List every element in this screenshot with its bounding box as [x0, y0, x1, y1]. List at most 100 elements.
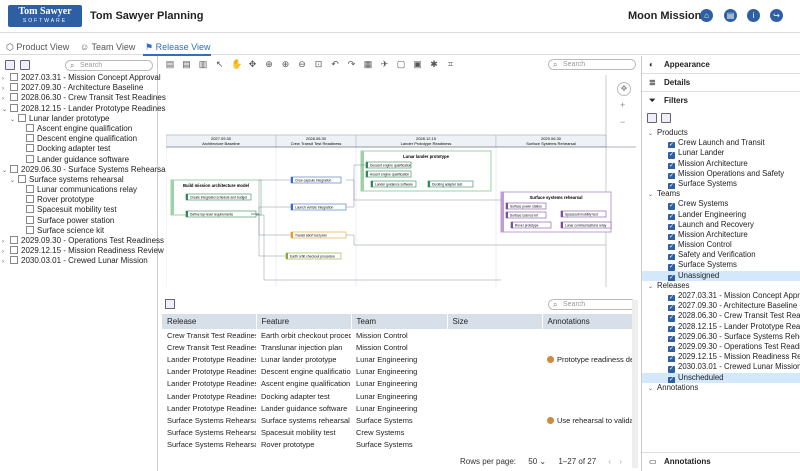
gantt-task[interactable]: Lunar communications relay — [560, 221, 612, 229]
filter-expand-icon[interactable] — [647, 113, 657, 123]
fit-icon[interactable]: ⊡ — [314, 59, 324, 69]
filter-item[interactable]: ✓ 2029.12.15 - Mission Readiness Revie — [642, 352, 800, 363]
gantt-task[interactable]: Surface science kit — [505, 211, 547, 219]
release-column-header[interactable]: 2028.06.30Crew Transit Test Readiness — [275, 134, 357, 148]
filter-item[interactable]: ✓ 2027.09.30 - Architecture Baseline — [642, 301, 800, 312]
annotations-footer[interactable]: ▭ Annotations — [642, 452, 800, 471]
launch-icon[interactable]: ✈ — [380, 59, 390, 69]
gantt-task[interactable]: Earth orbit checkout procedure — [285, 252, 342, 260]
filter-collapse-icon[interactable] — [661, 113, 671, 123]
filter-item[interactable]: ✓ Surface Systems — [642, 179, 800, 190]
table-row[interactable]: Lander Prototype Readiness Ascent engine … — [162, 378, 637, 390]
tree-toggle-icon[interactable]: › — [2, 257, 10, 267]
filter-toggle-icon[interactable]: ⌄ — [648, 386, 653, 392]
release-gantt-canvas[interactable]: 2027.09.30 Architecture Baseline 2028.06.3… — [166, 75, 636, 287]
release-column-header[interactable]: 2027.09.30Architecture Baseline — [166, 134, 277, 148]
tree-item[interactable]: Rover prototype — [2, 195, 157, 205]
gantt-task[interactable]: Define top-level requirements — [185, 210, 257, 218]
tree-item[interactable]: Lander guidance software — [2, 154, 157, 165]
filter-item[interactable]: ✓ 2028.06.30 - Crew Transit Test Readin — [642, 311, 800, 322]
filter-item[interactable]: ✓ Mission Architecture — [642, 230, 800, 241]
settings-icon[interactable]: ✱ — [429, 59, 439, 69]
gantt-task[interactable]: Transit abort test plan — [290, 231, 347, 239]
filter-item[interactable]: ✓ Unassigned — [642, 270, 800, 281]
zoom-region-icon[interactable]: ⊕ — [264, 59, 274, 69]
details-header[interactable]: ≣ Details — [642, 74, 800, 92]
tree-item[interactable]: › 2027.09.30 - Architecture Baseline — [2, 83, 157, 93]
delete-icon[interactable]: ▣ — [413, 59, 423, 69]
filters-header[interactable]: ⏷ Filters — [642, 92, 800, 110]
tree-item[interactable]: Descent engine qualification — [2, 134, 157, 144]
zoom-out-icon[interactable]: − — [620, 117, 625, 127]
gantt-task[interactable]: Descent engine qualification — [365, 161, 411, 169]
gantt-task[interactable]: Lander guidance software — [370, 180, 417, 188]
filter-item[interactable]: ✓ Mission Operations and Safety — [642, 169, 800, 179]
column-header[interactable]: Annotations — [542, 314, 638, 329]
canvas-search-input[interactable]: Search — [548, 59, 636, 70]
release-column-header[interactable]: 2029.06.30Surface Systems Rehearsal — [495, 134, 607, 148]
tree-item[interactable]: Docking adapter test — [2, 144, 157, 154]
filter-group[interactable]: ⌄ Releases — [642, 281, 800, 291]
filter-item[interactable]: ✓ Safety and Verification — [642, 250, 800, 261]
zoom-in-tool-icon[interactable]: ⊕ — [281, 59, 291, 69]
filter-item[interactable]: ✓ Unscheduled — [642, 372, 800, 383]
gantt-task[interactable]: Ascent engine qualification — [365, 170, 412, 178]
table-scrollbar[interactable] — [632, 300, 638, 468]
table-row[interactable]: Crew Transit Test Readiness Translunar in… — [162, 341, 637, 353]
tab-product-view[interactable]: ⬡ Product View — [6, 42, 69, 53]
gantt-task[interactable]: Docking adapter test — [427, 180, 474, 188]
gantt-task[interactable]: Launch vehicle integration — [290, 203, 347, 211]
table-row[interactable]: Lander Prototype Readiness Lander guidanc… — [162, 402, 637, 414]
filter-item[interactable]: ✓ 2030.03.01 - Crewed Lunar Mission — [642, 362, 800, 373]
tree-item[interactable]: › 2027.03.31 - Mission Concept Approval — [2, 73, 161, 83]
next-page-icon[interactable]: › — [619, 457, 622, 466]
filter-item[interactable]: ✓ Mission Control — [642, 240, 800, 251]
tab-team-view[interactable]: ☺ Team View — [80, 42, 135, 52]
rows-per-page-select[interactable]: 50 ⌄ — [528, 457, 546, 466]
tree-item[interactable]: Surface science kit — [2, 225, 157, 236]
gantt-task[interactable]: Spacesuit mobility test — [560, 210, 607, 218]
filter-item[interactable]: ✓ Launch and Recovery — [642, 220, 800, 230]
tree-item[interactable]: › 2028.06.30 - Crew Transit Test Readines… — [2, 93, 170, 103]
table-search-input[interactable]: Search — [548, 299, 636, 310]
table-row[interactable]: Surface Systems Rehearsal Spacesuit mobil… — [162, 427, 637, 439]
tree-item[interactable]: › 2029.09.30 - Operations Test Readiness — [2, 236, 164, 246]
info-icon[interactable]: i — [747, 9, 760, 22]
grid-icon[interactable]: ▦ — [363, 59, 373, 69]
expand-all-icon[interactable] — [5, 60, 15, 70]
filter-item[interactable]: ✓ 2028.12.15 - Lander Prototype Readin — [642, 322, 800, 332]
column-header[interactable]: Team — [351, 314, 448, 329]
filter-toggle-icon[interactable]: ⌄ — [648, 192, 653, 198]
tree-item[interactable]: ⌄ Surface systems rehearsal — [2, 174, 157, 185]
table-row[interactable]: Lander Prototype Readiness Docking adapte… — [162, 390, 637, 402]
pan-control-icon[interactable]: ✥ — [617, 82, 631, 96]
appearance-header[interactable]: ◐ Appearance — [642, 56, 800, 74]
tree-item[interactable]: ⌄ 2029.06.30 - Surface Systems Rehearsal — [2, 164, 167, 175]
table-row[interactable]: Surface Systems Rehearsal Rover prototype… — [162, 439, 637, 451]
undo-icon[interactable]: ↶ — [330, 59, 340, 69]
gantt-svg[interactable]: 2027.09.30Architecture Baseline2028.06.3… — [166, 75, 636, 287]
document-icon[interactable]: ▤ — [724, 9, 737, 22]
filter-item[interactable]: ✓ Crew Launch and Transit — [642, 138, 800, 149]
logout-icon[interactable]: ↪ — [770, 9, 783, 22]
tree-item[interactable]: ⌄ 2028.12.15 - Lander Prototype Readiness — [2, 103, 170, 114]
zoom-out-tool-icon[interactable]: ⊖ — [297, 59, 307, 69]
collapse-all-icon[interactable] — [20, 60, 30, 70]
gantt-task[interactable]: Create integrated schedule and budget — [185, 193, 252, 201]
tree-item[interactable]: Surface power station — [2, 215, 157, 226]
tree-item[interactable]: Lunar communications relay — [2, 185, 157, 195]
filter-toggle-icon[interactable]: ⌄ — [648, 284, 653, 290]
redo-icon[interactable]: ↷ — [347, 59, 357, 69]
filter-item[interactable]: ✓ Lunar Lander — [642, 148, 800, 159]
move-icon[interactable]: ✥ — [248, 59, 258, 69]
filter-group[interactable]: ⌄ Annotations — [642, 383, 800, 393]
tree-item[interactable]: Ascent engine qualification — [2, 123, 157, 134]
column-header[interactable]: Feature — [256, 314, 352, 329]
export-icon[interactable] — [165, 299, 175, 309]
pan-icon[interactable]: ✋ — [231, 59, 242, 69]
crop-icon[interactable]: ⌗ — [446, 59, 456, 69]
layout-alt-icon[interactable]: ▤ — [182, 59, 192, 69]
tree-item[interactable]: Spacesuit mobility test — [2, 205, 157, 215]
filter-item[interactable]: ✓ Crew Systems — [642, 199, 800, 210]
gantt-task[interactable]: Surface power station — [505, 202, 547, 210]
